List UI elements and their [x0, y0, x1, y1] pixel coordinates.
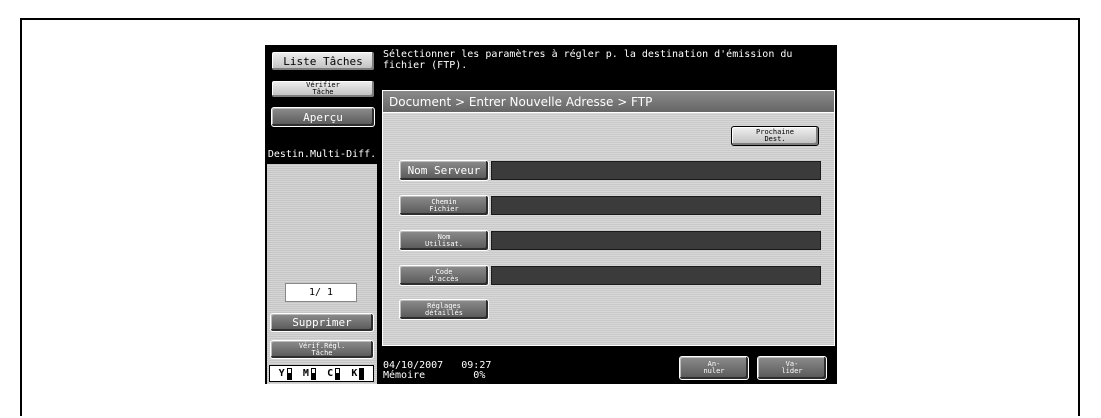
delete-button[interactable]: Supprimer [270, 313, 374, 332]
check-settings-button[interactable]: Vérif.Régl. Tâche [270, 340, 374, 359]
user-name-field[interactable] [491, 231, 821, 250]
toner-label: Y [278, 368, 285, 379]
toner-bar-icon [286, 367, 292, 380]
server-name-field[interactable] [491, 161, 821, 180]
toner-c: C [327, 367, 341, 380]
toner-m: M [302, 367, 316, 380]
file-path-button[interactable]: Chemin Fichier [399, 195, 489, 216]
job-list-button[interactable]: Liste Tâches [271, 51, 375, 71]
memory-status: Mémoire 0% [383, 370, 486, 381]
control-panel-screen: Liste Tâches Vérifier Tâche Aperçu Desti… [265, 45, 837, 384]
status-area: 04/10/2007 09:27 Mémoire 0% [383, 361, 491, 381]
toner-k: K [351, 367, 365, 380]
check-job-button[interactable]: Vérifier Tâche [271, 80, 375, 98]
multi-destination-label: Destin.Multi-Diff. [267, 145, 377, 164]
page-indicator: 1/ 1 [285, 283, 357, 302]
toner-y: Y [278, 367, 292, 380]
preview-button[interactable]: Aperçu [271, 107, 375, 127]
toner-label: K [351, 368, 358, 379]
toner-label: C [327, 368, 334, 379]
toner-bar-icon [310, 367, 316, 380]
toner-bar-icon [335, 367, 341, 380]
main-panel: Document > Entrer Nouvelle Adresse > FTP… [382, 90, 835, 346]
toner-bar-icon [359, 367, 365, 380]
detail-settings-button[interactable]: Réglages détaillés [399, 299, 489, 320]
toner-levels: Y M C K [269, 365, 374, 382]
access-code-button[interactable]: Code d'accès [399, 265, 489, 286]
server-name-button[interactable]: Nom Serveur [399, 160, 489, 181]
left-panel: Liste Tâches Vérifier Tâche Aperçu Desti… [265, 45, 379, 384]
breadcrumb: Document > Entrer Nouvelle Adresse > FTP [383, 91, 834, 113]
cancel-button[interactable]: An- nuler [679, 356, 749, 380]
user-name-button[interactable]: Nom Utilisat. [399, 230, 489, 251]
toner-label: M [302, 368, 309, 379]
access-code-field[interactable] [491, 266, 821, 285]
ok-button[interactable]: Va- lider [757, 356, 827, 380]
next-destination-button[interactable]: Prochaine Dest. [731, 126, 819, 146]
file-path-field[interactable] [491, 196, 821, 215]
instruction-message: Sélectionner les paramètres à régler p. … [383, 49, 793, 71]
